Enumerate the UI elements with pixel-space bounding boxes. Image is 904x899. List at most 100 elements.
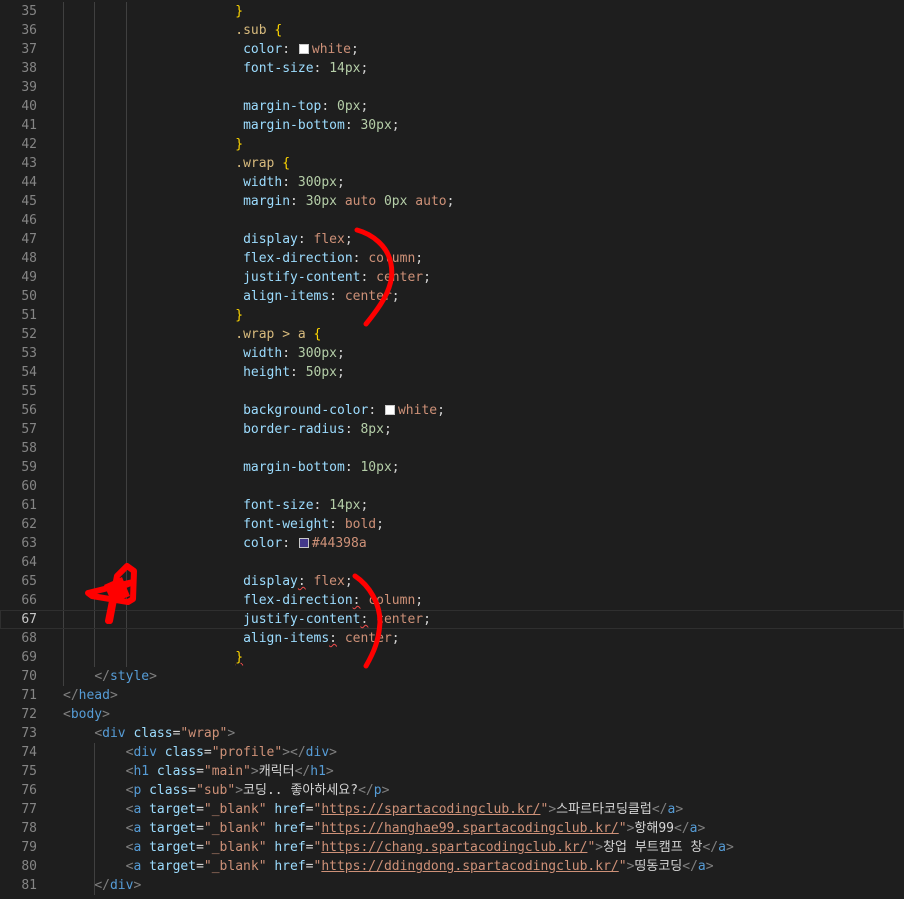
line-number: 45 (21, 194, 37, 209)
code-token: div (109, 878, 134, 893)
code-line[interactable]: 62 font-weight: bold; (0, 515, 904, 534)
code-line[interactable]: 65 display: flex; (0, 572, 904, 591)
color-swatch-icon[interactable] (384, 405, 395, 415)
code-token: 10px (360, 460, 392, 475)
code-line[interactable]: 77 <a target="_blank" href="https://spart… (0, 800, 904, 819)
code-line[interactable]: 49 justify-content: center; (0, 268, 904, 287)
code-line[interactable]: 73 <div class="wrap"> (0, 724, 904, 743)
code-line[interactable]: 54 height: 50px; (0, 363, 904, 382)
code-line[interactable]: 55 (0, 382, 904, 401)
code-token: 50px (305, 365, 338, 380)
code-token: background-color (243, 403, 369, 418)
code-token: ; (337, 365, 345, 380)
line-number: 71 (21, 688, 37, 703)
line-number: 73 (21, 726, 37, 741)
code-token: > (149, 669, 157, 684)
code-line[interactable]: 40 margin-top: 0px; (0, 97, 904, 116)
color-swatch-icon[interactable] (298, 538, 309, 548)
code-line[interactable]: 35} (0, 2, 904, 21)
code-line[interactable]: 70 </style> (0, 667, 904, 686)
code-line[interactable]: 41 margin-bottom: 30px; (0, 116, 904, 135)
code-line[interactable]: 81 </div> (0, 876, 904, 895)
line-code: flex-direction: column; (243, 249, 423, 268)
code-token: > (235, 783, 244, 798)
code-line[interactable]: 64 (0, 553, 904, 572)
code-line[interactable]: 57 border-radius: 8px; (0, 420, 904, 439)
code-line[interactable]: 71 </head> (0, 686, 904, 705)
line-code: display: flex; (243, 230, 353, 249)
line-code: <div class="profile"></div> (126, 743, 337, 762)
code-line[interactable]: 56 background-color: white; (0, 401, 904, 420)
code-line[interactable]: 50 align-items: center; (0, 287, 904, 306)
code-token: ; (337, 346, 345, 361)
code-line[interactable]: 78 <a target="_blank" href="https://hangh… (0, 819, 904, 838)
code-token: : (282, 346, 298, 361)
code-token: ; (383, 422, 392, 437)
code-line[interactable]: 68 align-items: center; (0, 629, 904, 648)
code-line[interactable]: 75 <h1 class="main">캐릭터</h1> (0, 762, 904, 781)
code-token: 스파르타코딩클럽 (556, 802, 652, 817)
code-token: : (290, 365, 306, 380)
line-code: } (235, 2, 243, 21)
line-number: 59 (21, 460, 37, 475)
code-line[interactable]: 79 <a target="_blank" href="https://chang… (0, 838, 904, 857)
code-token: > (595, 840, 604, 855)
line-code: align-items: center; (243, 287, 400, 306)
code-line[interactable]: 43 .wrap { (0, 154, 904, 173)
code-line[interactable]: 69} (0, 648, 904, 667)
line-code: font-size: 14px; (243, 59, 368, 78)
code-line[interactable]: 46 (0, 211, 904, 230)
code-line[interactable]: 36 .sub { (0, 21, 904, 40)
code-token: = (196, 764, 204, 779)
code-line[interactable]: 80 <a target="_blank" href="https://dding… (0, 857, 904, 876)
code-line[interactable]: 53 width: 300px; (0, 344, 904, 363)
code-token: "_blank" (203, 859, 267, 874)
code-line[interactable]: 72 <body> (0, 705, 904, 724)
code-token: 0px (337, 99, 361, 114)
line-number: 70 (21, 669, 37, 684)
line-number: 68 (21, 631, 37, 646)
code-line[interactable]: 37 color: white; (0, 40, 904, 59)
code-token: : (344, 422, 361, 437)
line-number: 52 (21, 327, 37, 342)
code-line[interactable]: 76 <p class="sub">코딩.. 좋아하세요?</p> (0, 781, 904, 800)
code-line[interactable]: 60 (0, 477, 904, 496)
code-line[interactable]: 63 color: #44398a (0, 534, 904, 553)
code-token: ; (376, 517, 384, 532)
code-line[interactable]: 52 .wrap > a { (0, 325, 904, 344)
code-token: align-items (243, 289, 330, 304)
code-token: "_blank" (203, 840, 267, 855)
code-line[interactable]: 44 width: 300px; (0, 173, 904, 192)
code-token: class (156, 745, 204, 760)
code-token: } (235, 308, 244, 323)
code-line[interactable]: 48 flex-direction: column; (0, 249, 904, 268)
code-line[interactable]: 61 font-size: 14px; (0, 496, 904, 515)
code-token: : (360, 270, 377, 285)
code-line[interactable]: 66 flex-direction: column; (0, 591, 904, 610)
code-line[interactable]: 58 (0, 439, 904, 458)
code-line[interactable]: 67 justify-content: center; (0, 610, 904, 629)
code-token: { (313, 327, 322, 342)
code-line[interactable]: 51} (0, 306, 904, 325)
code-editor[interactable]: 35} 36 .sub {37 color: white; 38 font-size: 1… (0, 0, 904, 899)
code-token: = (305, 821, 314, 836)
code-token: href (266, 802, 306, 817)
code-line[interactable]: 39 (0, 78, 904, 97)
line-number: 66 (21, 593, 37, 608)
code-token: > (725, 840, 734, 855)
code-line[interactable]: 74 <div class="profile"></div> (0, 743, 904, 762)
code-line[interactable]: 45 margin: 30px auto 0px auto; (0, 192, 904, 211)
code-token: class (125, 726, 173, 741)
color-swatch-icon[interactable] (298, 44, 309, 54)
code-line[interactable]: 47 display: flex; (0, 230, 904, 249)
line-code: <div class="wrap"> (94, 724, 235, 743)
line-code: .sub { (235, 21, 282, 40)
code-line[interactable]: 59 margin-bottom: 10px; (0, 458, 904, 477)
code-token: auto (407, 194, 447, 209)
code-line[interactable]: 42} (0, 135, 904, 154)
code-token: div (133, 745, 157, 760)
code-token: align-items (243, 631, 330, 646)
line-code: </head> (63, 686, 118, 705)
code-line[interactable]: 38 font-size: 14px; (0, 59, 904, 78)
